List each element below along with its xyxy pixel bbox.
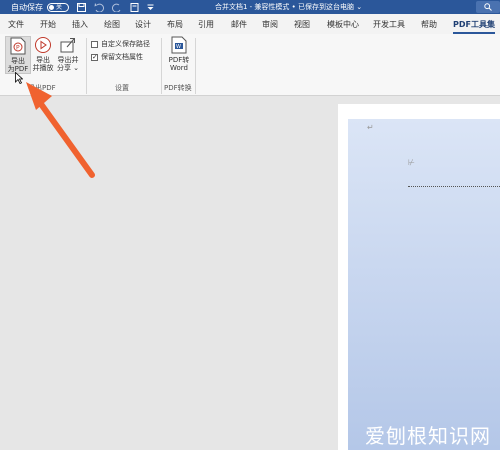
watermark-text: 爱刨根知识网 bbox=[365, 424, 491, 448]
annotation-arrow-icon bbox=[26, 82, 95, 178]
mouse-pointer-icon bbox=[15, 72, 23, 84]
